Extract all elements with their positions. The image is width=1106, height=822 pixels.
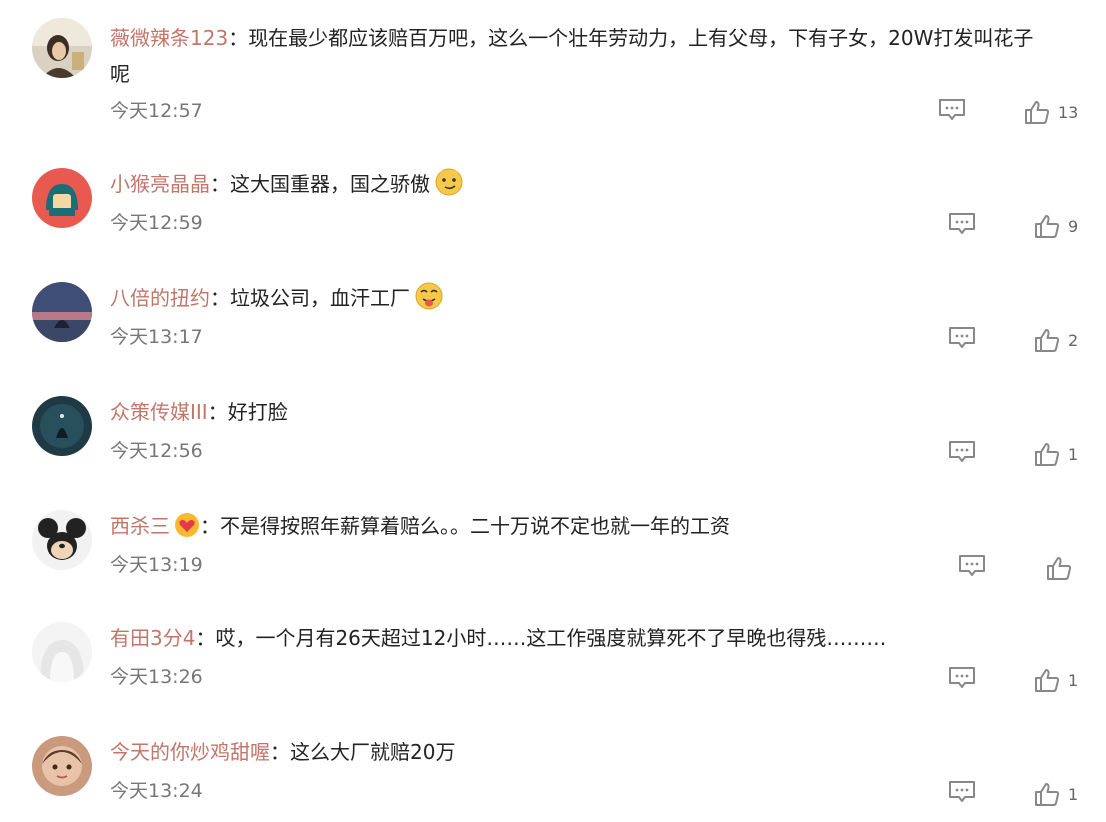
comment-icon xyxy=(949,441,975,462)
separator: ： xyxy=(270,740,290,764)
like-button[interactable] xyxy=(1046,554,1080,582)
separator: ： xyxy=(210,172,230,196)
timestamp: 今天12:57 xyxy=(110,100,203,122)
timestamp: 今天13:19 xyxy=(110,554,203,576)
username-link[interactable]: 有田3分4 xyxy=(110,626,195,650)
separator: ： xyxy=(210,286,230,310)
thumbs-up-icon xyxy=(1035,329,1060,352)
timestamp: 今天13:17 xyxy=(110,326,203,348)
separator: ： xyxy=(195,626,216,650)
comment-text: 这大国重器，国之骄傲 xyxy=(230,172,430,196)
thumbs-up-icon xyxy=(1025,101,1050,124)
reply-button[interactable] xyxy=(948,666,976,690)
comment-text: 这么大厂就赔20万 xyxy=(290,740,456,764)
like-count: 1 xyxy=(1068,444,1079,464)
comment-icon xyxy=(959,555,985,576)
username-link[interactable]: 薇微辣条123 xyxy=(110,26,228,50)
like-count: 2 xyxy=(1068,330,1079,350)
comment-item: 众策传媒III：好打脸 今天12:56 1 xyxy=(0,396,1106,476)
like-button[interactable]: 2 xyxy=(1034,326,1078,354)
like-count: 13 xyxy=(1058,102,1079,122)
reply-button[interactable] xyxy=(948,212,976,236)
thumbs-up-icon xyxy=(1035,783,1060,806)
avatar[interactable] xyxy=(32,18,92,78)
reply-button[interactable] xyxy=(948,440,976,464)
comment-body: 今天的你炒鸡甜喔：这么大厂就赔20万 xyxy=(110,734,1090,770)
comment-body: 八倍的扭约：垃圾公司，血汗工厂 xyxy=(110,280,1090,316)
comment-icon xyxy=(939,99,965,120)
username-link[interactable]: 今天的你炒鸡甜喔 xyxy=(110,740,270,764)
tongue-face-emoji xyxy=(415,282,443,310)
like-button[interactable]: 1 xyxy=(1034,780,1078,808)
thumbs-up-icon xyxy=(1035,443,1060,466)
separator: ： xyxy=(200,514,220,538)
username-link[interactable]: 西杀三 xyxy=(110,514,170,538)
like-button[interactable]: 1 xyxy=(1034,440,1078,468)
username-link[interactable]: 八倍的扭约 xyxy=(110,286,210,310)
comment-icon xyxy=(949,213,975,234)
comment-item: 小猴亮晶晶：这大国重器，国之骄傲 今天12:59 9 xyxy=(0,168,1106,248)
timestamp: 今天13:24 xyxy=(110,780,203,802)
reply-button[interactable] xyxy=(948,780,976,804)
like-button[interactable]: 1 xyxy=(1034,666,1078,694)
comment-icon xyxy=(949,781,975,802)
thumbs-up-icon xyxy=(1035,215,1060,238)
timestamp: 今天12:56 xyxy=(110,440,203,462)
like-count: 1 xyxy=(1068,784,1079,804)
comment-item: 今天的你炒鸡甜喔：这么大厂就赔20万 今天13:24 1 xyxy=(0,736,1106,816)
comment-item: 有田3分4：哎，一个月有26天超过12小时……这工作强度就算死不了早晚也得残……… xyxy=(0,622,1106,702)
avatar[interactable] xyxy=(32,736,92,796)
comment-item: 西杀三 ：不是得按照年薪算着赔么。。二十万说不定也就一年的工资 今天13:19 xyxy=(0,510,1106,590)
comment-text: 哎，一个月有26天超过12小时……这工作强度就算死不了早晚也得残……… xyxy=(215,626,887,650)
avatar[interactable] xyxy=(32,510,92,570)
like-button[interactable]: 9 xyxy=(1034,212,1078,240)
avatar[interactable] xyxy=(32,622,92,682)
comment-body: 有田3分4：哎，一个月有26天超过12小时……这工作强度就算死不了早晚也得残……… xyxy=(110,620,1090,656)
avatar[interactable] xyxy=(32,282,92,342)
comment-icon xyxy=(949,667,975,688)
thumbs-up-icon xyxy=(1047,557,1072,580)
reply-button[interactable] xyxy=(948,326,976,350)
comment-text: 垃圾公司，血汗工厂 xyxy=(230,286,410,310)
avatar[interactable] xyxy=(32,396,92,456)
thumbs-up-icon xyxy=(1035,669,1060,692)
like-count: 9 xyxy=(1068,216,1079,236)
comment-item: 八倍的扭约：垃圾公司，血汗工厂 今天13:17 2 xyxy=(0,282,1106,362)
comment-feed: 薇微辣条123：现在最少都应该赔百万吧，这么一个壮年劳动力，上有父母，下有子女，… xyxy=(0,0,1106,822)
comment-body: 薇微辣条123：现在最少都应该赔百万吧，这么一个壮年劳动力，上有父母，下有子女，… xyxy=(110,20,1090,92)
separator: ： xyxy=(207,400,228,424)
heart-badge-icon xyxy=(175,513,199,537)
separator: ： xyxy=(228,26,249,50)
comment-text-continued: 呢 xyxy=(110,62,130,86)
username-link[interactable]: 小猴亮晶晶 xyxy=(110,172,210,196)
like-button[interactable]: 13 xyxy=(1024,98,1078,126)
comment-icon xyxy=(949,327,975,348)
smirk-face-emoji xyxy=(435,168,463,196)
comment-body: 小猴亮晶晶：这大国重器，国之骄傲 xyxy=(110,166,1090,202)
comment-text: 不是得按照年薪算着赔么。。二十万说不定也就一年的工资 xyxy=(220,514,730,538)
comment-text: 好打脸 xyxy=(227,400,288,424)
comment-body: 西杀三 ：不是得按照年薪算着赔么。。二十万说不定也就一年的工资 xyxy=(110,508,1090,544)
reply-button[interactable] xyxy=(958,554,986,578)
reply-button[interactable] xyxy=(938,98,966,122)
timestamp: 今天13:26 xyxy=(110,666,203,688)
avatar[interactable] xyxy=(32,168,92,228)
timestamp: 今天12:59 xyxy=(110,212,203,234)
comment-body: 众策传媒III：好打脸 xyxy=(110,394,1090,430)
comment-item: 薇微辣条123：现在最少都应该赔百万吧，这么一个壮年劳动力，上有父母，下有子女，… xyxy=(0,18,1106,138)
comment-text: 现在最少都应该赔百万吧，这么一个壮年劳动力，上有父母，下有子女，20W打发叫花子 xyxy=(248,26,1034,50)
username-link[interactable]: 众策传媒III xyxy=(110,400,208,424)
like-count: 1 xyxy=(1068,670,1079,690)
